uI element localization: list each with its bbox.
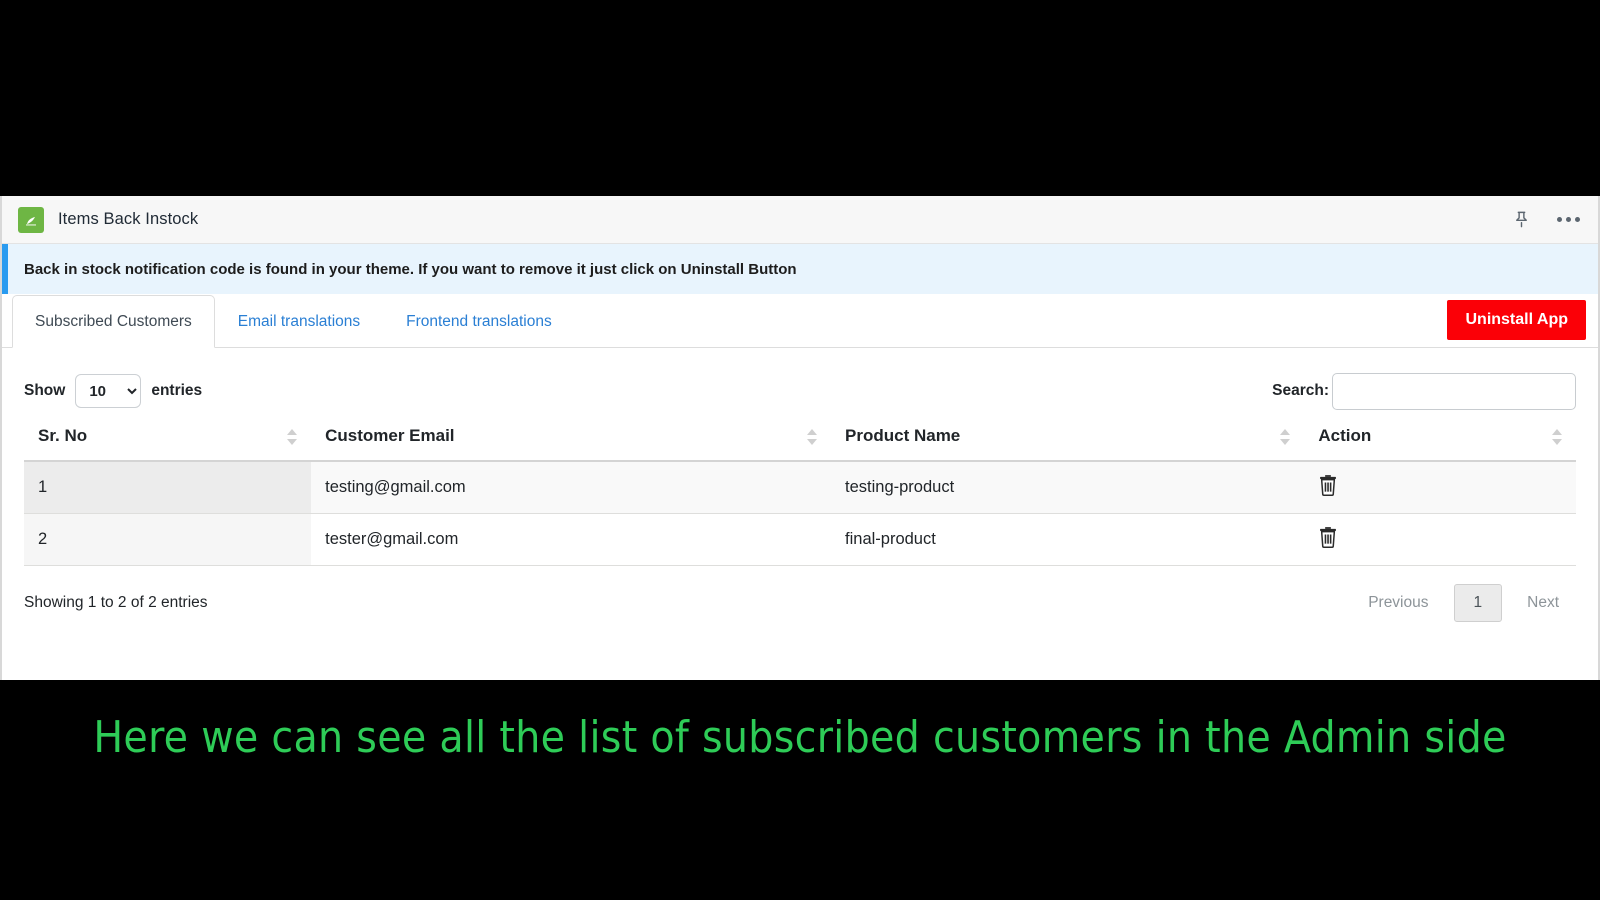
cell-sr-no: 2 <box>24 513 312 566</box>
app-panel: Items Back Instock Back in stock notific… <box>0 196 1600 680</box>
tab-subscribed-customers[interactable]: Subscribed Customers <box>12 295 215 348</box>
more-options-icon[interactable] <box>1557 217 1580 222</box>
pagination-page-1[interactable]: 1 <box>1453 584 1503 622</box>
column-header-product-name[interactable]: Product Name <box>831 414 1305 462</box>
column-label: Customer Email <box>325 426 455 445</box>
pagination-previous[interactable]: Previous <box>1351 584 1445 622</box>
column-label: Product Name <box>845 426 961 445</box>
sort-arrows-icon <box>1280 429 1291 445</box>
tab-label: Email translations <box>237 313 361 330</box>
column-label: Sr. No <box>38 426 88 445</box>
tab-label: Frontend translations <box>406 313 552 330</box>
app-title: Items Back Instock <box>58 210 199 228</box>
search-label: Search: <box>1272 382 1329 399</box>
tab-strip: Subscribed Customers Email translations … <box>2 294 1598 348</box>
entries-length-control: Show 10 25 50 100 entries <box>24 374 202 408</box>
letterbox-top <box>0 0 1600 196</box>
cell-action <box>1304 461 1576 514</box>
sort-arrows-icon <box>807 429 818 445</box>
datatable-footer: Showing 1 to 2 of 2 entries Previous 1 N… <box>24 566 1576 622</box>
tab-label: Subscribed Customers <box>35 312 192 330</box>
uninstall-app-button[interactable]: Uninstall App <box>1447 300 1586 340</box>
cell-action <box>1304 513 1576 566</box>
search-control: Search: <box>1272 372 1576 410</box>
cell-customer-email: tester@gmail.com <box>311 513 832 566</box>
table-header-row: Sr. No Customer Email Product Name Actio… <box>24 414 1576 462</box>
datatable-wrapper: Show 10 25 50 100 entries Search: <box>2 348 1598 622</box>
sort-arrows-icon <box>287 429 298 445</box>
show-label: Show <box>24 382 66 399</box>
app-titlebar: Items Back Instock <box>2 196 1598 244</box>
table-row: 1 testing@gmail.com testing-product <box>24 461 1576 514</box>
column-header-action[interactable]: Action <box>1304 414 1576 462</box>
subscribed-customers-table: Sr. No Customer Email Product Name Actio… <box>24 414 1576 566</box>
search-input[interactable] <box>1332 372 1576 410</box>
tab-email-translations[interactable]: Email translations <box>215 295 383 348</box>
trash-icon[interactable] <box>1318 474 1338 496</box>
cell-sr-no: 1 <box>24 461 312 514</box>
entries-label: entries <box>151 382 203 399</box>
tab-frontend-translations[interactable]: Frontend translations <box>383 295 575 348</box>
entries-info: Showing 1 to 2 of 2 entries <box>24 594 208 611</box>
datatable-controls: Show 10 25 50 100 entries Search: <box>24 368 1576 414</box>
cell-product-name: final-product <box>831 513 1305 566</box>
pin-icon[interactable] <box>1512 210 1531 229</box>
video-caption: Here we can see all the list of subscrib… <box>93 712 1507 763</box>
pagination: Previous 1 Next <box>1351 584 1576 622</box>
pagination-next[interactable]: Next <box>1510 584 1576 622</box>
cell-product-name: testing-product <box>831 461 1305 514</box>
leaf-box-icon <box>18 206 44 233</box>
column-header-customer-email[interactable]: Customer Email <box>311 414 832 462</box>
theme-code-banner: Back in stock notification code is found… <box>2 244 1598 294</box>
cell-customer-email: testing@gmail.com <box>311 461 832 514</box>
banner-message: Back in stock notification code is found… <box>24 260 797 278</box>
screen-root: Items Back Instock Back in stock notific… <box>0 0 1600 900</box>
column-label: Action <box>1318 426 1372 445</box>
column-header-sr-no[interactable]: Sr. No <box>24 414 312 462</box>
table-row: 2 tester@gmail.com final-product <box>24 513 1576 566</box>
trash-icon[interactable] <box>1318 526 1338 548</box>
sort-arrows-icon <box>1552 429 1562 445</box>
entries-per-page-select[interactable]: 10 25 50 100 <box>75 374 142 408</box>
